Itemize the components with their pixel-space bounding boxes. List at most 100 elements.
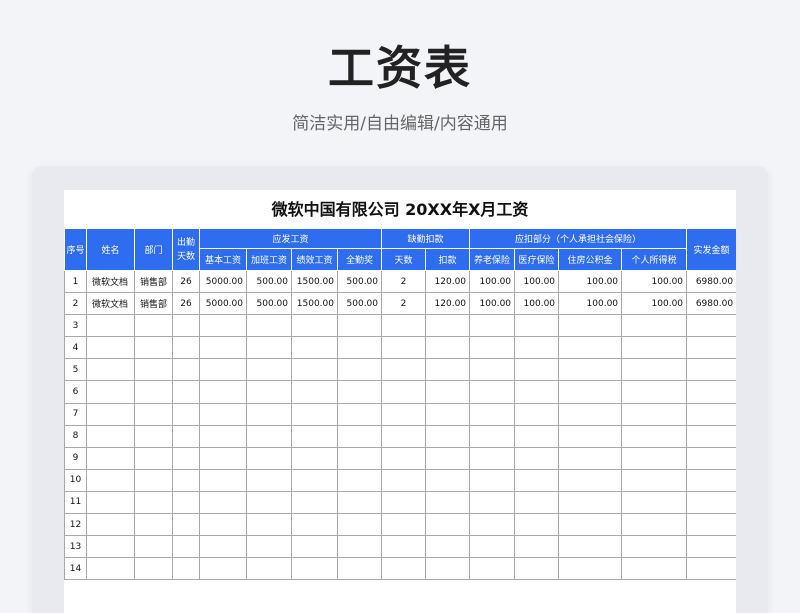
- cell-medical[interactable]: [514, 490, 560, 515]
- cell-days[interactable]: [172, 535, 200, 559]
- cell-medical[interactable]: [514, 336, 560, 360]
- cell-bonus[interactable]: [336, 446, 383, 470]
- cell-net[interactable]: [686, 557, 736, 581]
- cell-medical[interactable]: 100.00: [514, 292, 560, 316]
- cell-tax[interactable]: [621, 314, 688, 338]
- cell-dept[interactable]: [134, 380, 173, 404]
- cell-absent-days[interactable]: 2: [381, 269, 427, 294]
- cell-base[interactable]: [199, 358, 247, 382]
- cell-name[interactable]: [86, 314, 135, 338]
- cell-days[interactable]: [172, 490, 200, 515]
- cell-base[interactable]: [199, 314, 247, 338]
- cell-absent-days[interactable]: [381, 314, 427, 338]
- cell-name[interactable]: 微软文档: [86, 269, 135, 294]
- cell-days[interactable]: 26: [172, 292, 200, 316]
- cell-base[interactable]: [199, 380, 247, 404]
- cell-overtime[interactable]: [246, 358, 292, 382]
- cell-bonus[interactable]: [336, 380, 383, 404]
- cell-dept[interactable]: 销售部: [134, 269, 173, 294]
- cell-seq[interactable]: 11: [64, 490, 87, 515]
- cell-seq[interactable]: 5: [64, 358, 87, 382]
- cell-net[interactable]: [686, 446, 736, 470]
- cell-tax[interactable]: [621, 424, 688, 448]
- cell-days[interactable]: [172, 380, 200, 404]
- cell-dept[interactable]: [134, 424, 173, 448]
- cell-net[interactable]: [686, 314, 736, 338]
- cell-dept[interactable]: [134, 535, 173, 559]
- cell-absent-deduct[interactable]: [425, 424, 471, 448]
- cell-performance[interactable]: [291, 557, 338, 581]
- cell-pension[interactable]: 100.00: [469, 269, 516, 294]
- cell-housing[interactable]: [558, 358, 623, 382]
- cell-performance[interactable]: [291, 314, 338, 338]
- cell-name[interactable]: 微软文档: [86, 292, 135, 316]
- cell-base[interactable]: [199, 402, 247, 426]
- cell-name[interactable]: [86, 402, 135, 426]
- cell-pension[interactable]: [469, 513, 516, 537]
- cell-absent-days[interactable]: 2: [381, 292, 427, 316]
- cell-dept[interactable]: [134, 402, 173, 426]
- cell-tax[interactable]: 100.00: [621, 292, 688, 316]
- cell-absent-deduct[interactable]: [425, 380, 471, 404]
- cell-seq[interactable]: 13: [64, 535, 87, 559]
- cell-tax[interactable]: [621, 402, 688, 426]
- cell-overtime[interactable]: [246, 557, 292, 581]
- cell-name[interactable]: [86, 358, 135, 382]
- cell-name[interactable]: [86, 535, 135, 559]
- cell-days[interactable]: [172, 424, 200, 448]
- cell-absent-days[interactable]: [381, 513, 427, 537]
- cell-bonus[interactable]: [336, 557, 383, 581]
- cell-performance[interactable]: 1500.00: [291, 269, 338, 294]
- cell-performance[interactable]: [291, 402, 338, 426]
- cell-overtime[interactable]: [246, 490, 292, 515]
- cell-tax[interactable]: [621, 380, 688, 404]
- cell-net[interactable]: 6980.00: [686, 292, 736, 316]
- cell-housing[interactable]: [558, 424, 623, 448]
- cell-dept[interactable]: [134, 557, 173, 581]
- cell-net[interactable]: [686, 336, 736, 360]
- cell-days[interactable]: [172, 402, 200, 426]
- cell-name[interactable]: [86, 446, 135, 470]
- cell-seq[interactable]: 1: [64, 269, 87, 294]
- cell-absent-days[interactable]: [381, 490, 427, 515]
- cell-housing[interactable]: [558, 468, 623, 492]
- cell-base[interactable]: 5000.00: [199, 292, 247, 316]
- cell-seq[interactable]: 8: [64, 424, 87, 448]
- cell-days[interactable]: [172, 358, 200, 382]
- cell-performance[interactable]: [291, 424, 338, 448]
- cell-housing[interactable]: 100.00: [558, 292, 623, 316]
- cell-performance[interactable]: [291, 358, 338, 382]
- cell-pension[interactable]: [469, 446, 516, 470]
- cell-days[interactable]: [172, 446, 200, 470]
- cell-base[interactable]: [199, 446, 247, 470]
- cell-absent-deduct[interactable]: [425, 557, 471, 581]
- cell-seq[interactable]: 2: [64, 292, 87, 316]
- cell-housing[interactable]: [558, 336, 623, 360]
- cell-performance[interactable]: [291, 535, 338, 559]
- cell-housing[interactable]: [558, 314, 623, 338]
- cell-base[interactable]: [199, 513, 247, 537]
- cell-net[interactable]: [686, 380, 736, 404]
- cell-bonus[interactable]: [336, 358, 383, 382]
- cell-absent-days[interactable]: [381, 336, 427, 360]
- cell-tax[interactable]: [621, 446, 688, 470]
- cell-absent-deduct[interactable]: [425, 513, 471, 537]
- cell-pension[interactable]: [469, 424, 516, 448]
- cell-days[interactable]: [172, 336, 200, 360]
- cell-tax[interactable]: [621, 358, 688, 382]
- cell-absent-days[interactable]: [381, 557, 427, 581]
- cell-tax[interactable]: [621, 490, 688, 515]
- cell-housing[interactable]: [558, 513, 623, 537]
- cell-net[interactable]: [686, 468, 736, 492]
- cell-pension[interactable]: [469, 468, 516, 492]
- cell-base[interactable]: [199, 490, 247, 515]
- cell-pension[interactable]: [469, 314, 516, 338]
- cell-absent-days[interactable]: [381, 424, 427, 448]
- cell-days[interactable]: [172, 314, 200, 338]
- cell-dept[interactable]: [134, 314, 173, 338]
- cell-base[interactable]: [199, 336, 247, 360]
- cell-housing[interactable]: 100.00: [558, 269, 623, 294]
- cell-seq[interactable]: 3: [64, 314, 87, 338]
- cell-pension[interactable]: [469, 336, 516, 360]
- cell-overtime[interactable]: 500.00: [246, 269, 292, 294]
